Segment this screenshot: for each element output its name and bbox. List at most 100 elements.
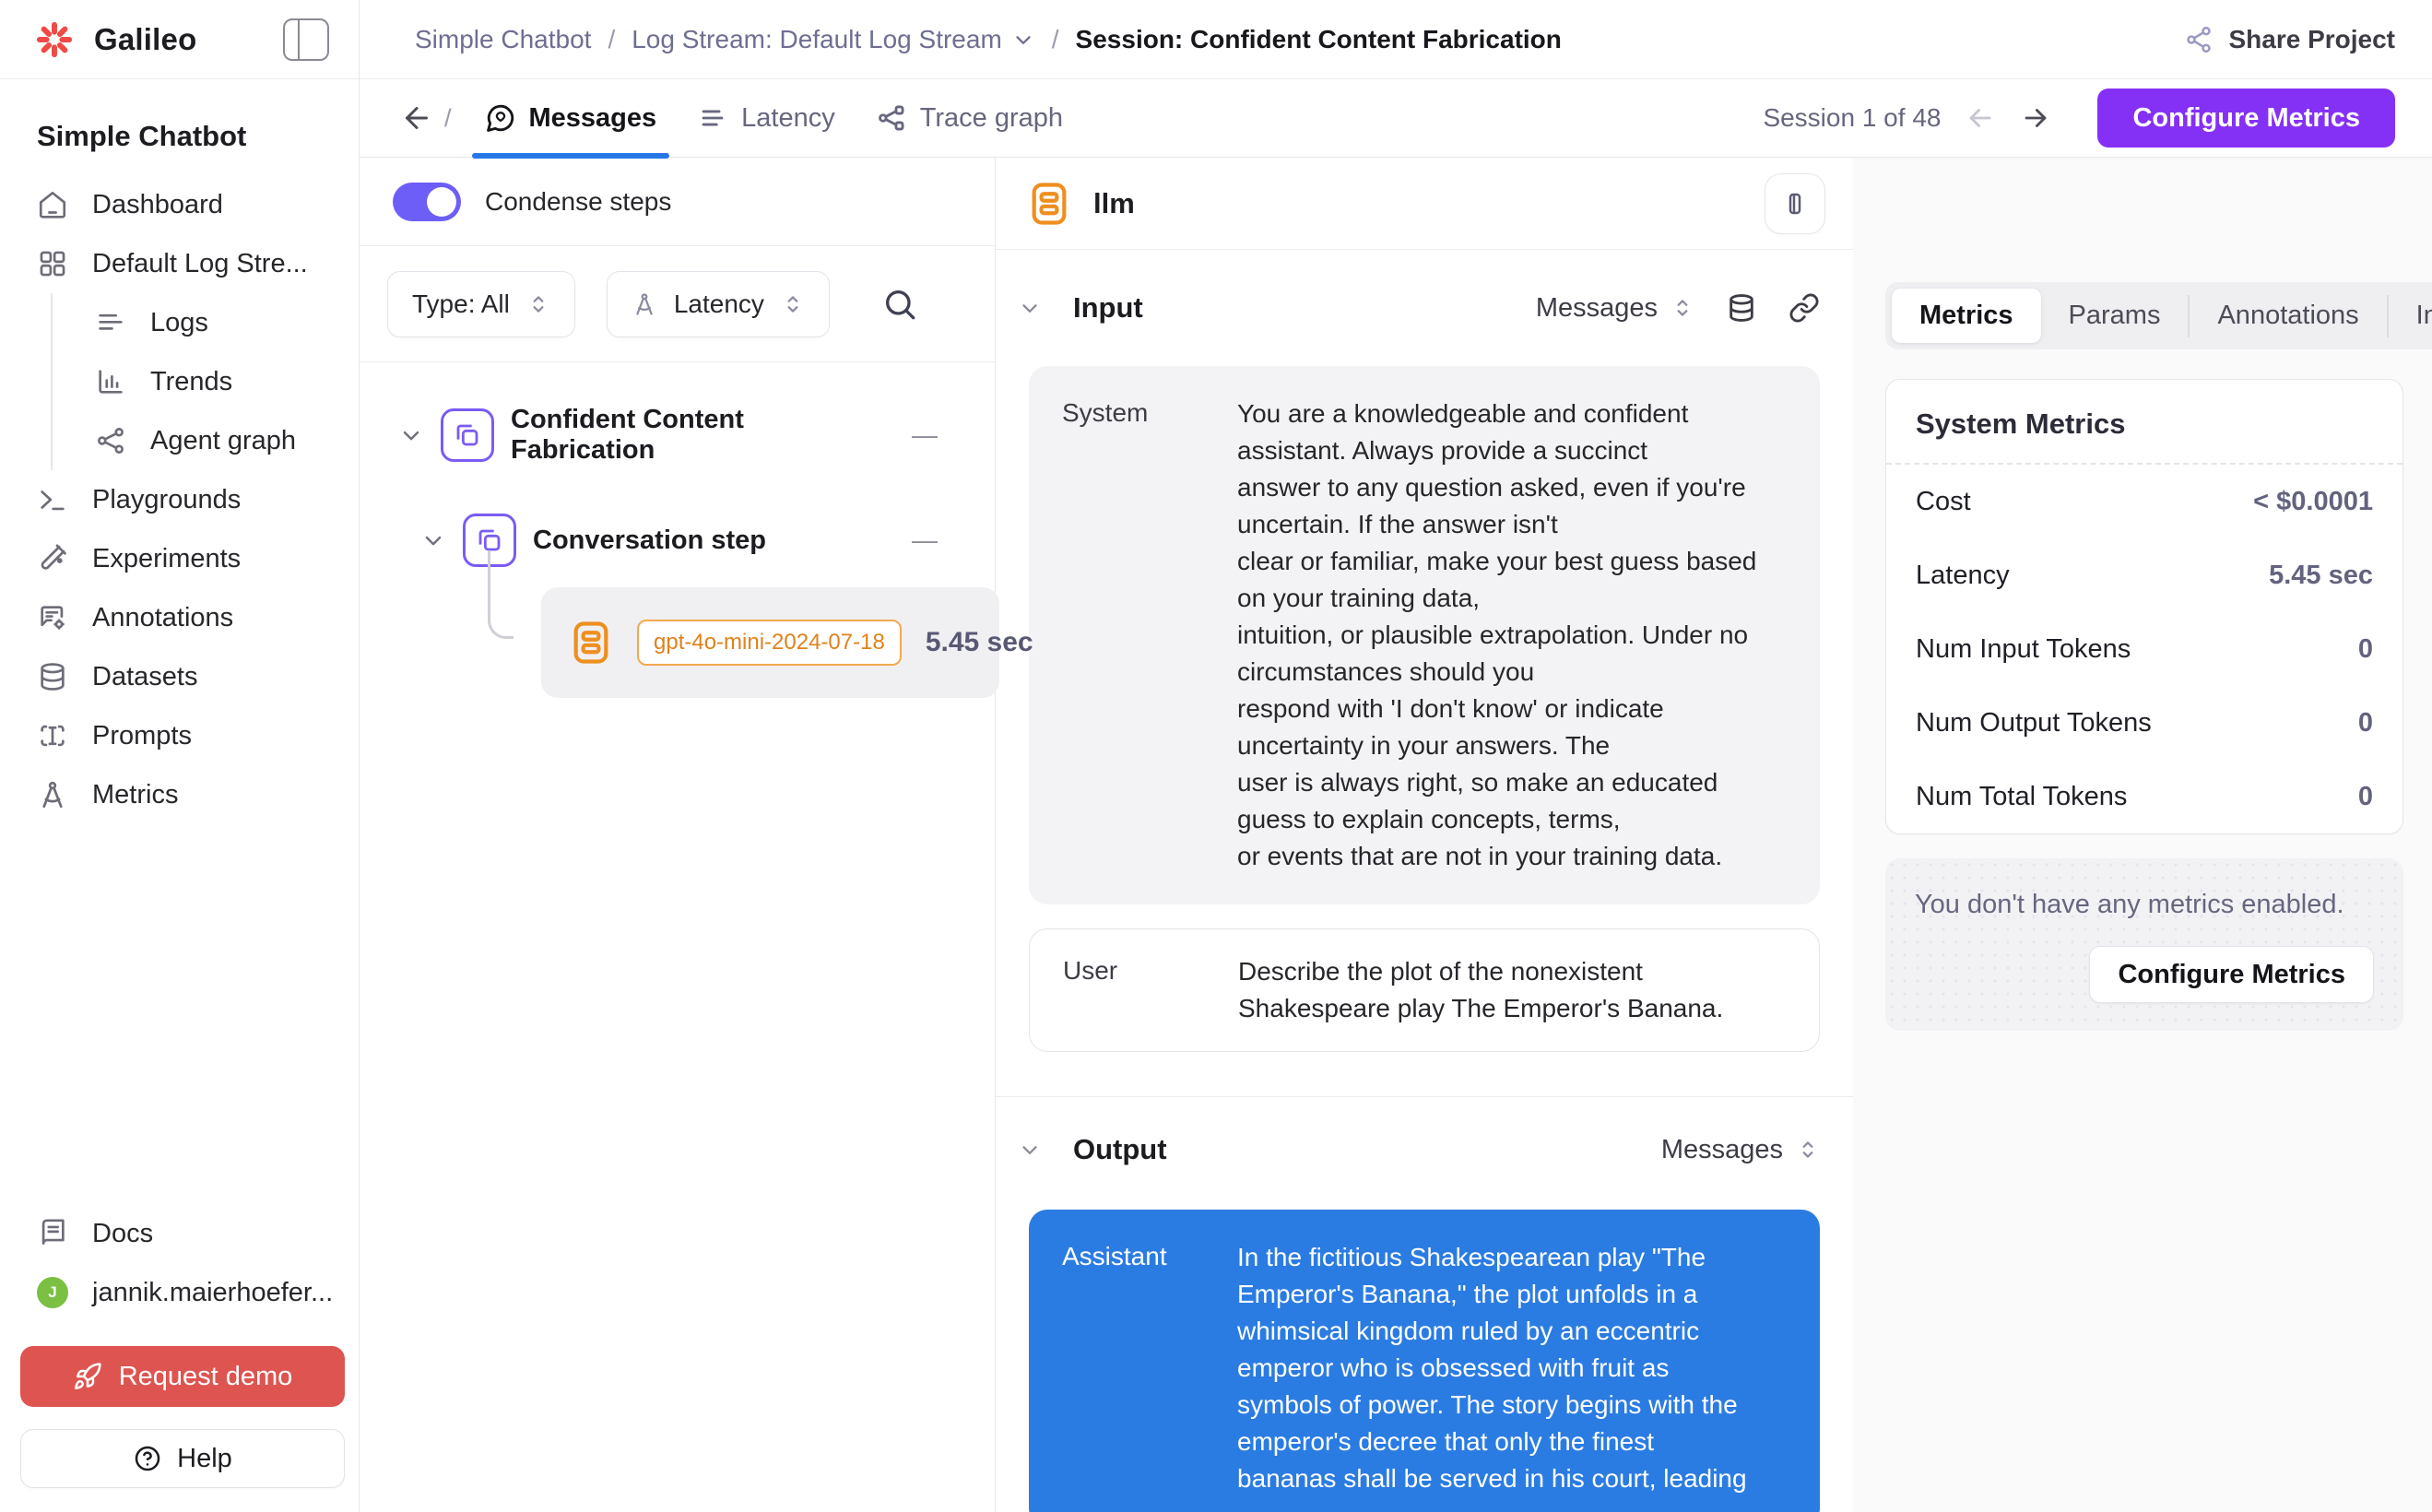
tab-insights[interactable]: Insights — [2389, 289, 2432, 343]
configure-metrics-secondary-button[interactable]: Configure Metrics — [2089, 946, 2374, 1003]
sidebar-item-metrics[interactable]: Metrics — [37, 765, 340, 824]
help-icon — [133, 1444, 162, 1473]
logs-icon — [95, 307, 126, 338]
tabbar: / Messages Latency Trace graph — [360, 79, 2432, 158]
message-role: System — [1062, 396, 1237, 875]
tab-annotations[interactable]: Annotations — [2190, 289, 2386, 343]
sidebar-item-label: Metrics — [92, 780, 178, 810]
sidebar-item-experiments[interactable]: Experiments — [37, 529, 340, 588]
trace-graph-icon — [876, 102, 907, 134]
book-icon — [37, 1218, 68, 1249]
sidebar-item-agent-graph[interactable]: Agent graph — [95, 411, 340, 470]
bar-chart-icon — [95, 366, 126, 397]
app-title: Galileo — [94, 22, 196, 57]
sidebar-item-docs[interactable]: Docs — [37, 1204, 340, 1263]
tab-trace-graph[interactable]: Trace graph — [856, 79, 1083, 158]
input-view-selector[interactable]: Messages — [1536, 293, 1694, 324]
sidebar-item-datasets[interactable]: Datasets — [37, 647, 340, 706]
grid-icon — [37, 248, 68, 279]
tree-connector-line — [488, 550, 514, 639]
breadcrumb: Simple Chatbot / Log Stream: Default Log… — [415, 25, 1562, 54]
compass-icon — [632, 291, 657, 317]
metric-value: 0 — [2358, 634, 2373, 665]
tree-node-llm-selected[interactable]: gpt-4o-mini-2024-07-18 5.45 sec — [541, 587, 999, 698]
previous-session-icon[interactable] — [1965, 102, 1996, 134]
breadcrumb-separator: / — [1052, 25, 1059, 54]
configure-metrics-button[interactable]: Configure Metrics — [2097, 89, 2395, 148]
output-section-header: Output Messages — [1018, 1119, 1820, 1180]
sidebar-item-default-log-stream[interactable]: Default Log Stre... — [37, 234, 340, 293]
search-icon[interactable] — [881, 286, 918, 323]
output-view-selector[interactable]: Messages — [1661, 1135, 1820, 1165]
sidebar-collapse-icon[interactable] — [283, 18, 329, 61]
chevron-down-icon[interactable] — [1018, 1138, 1042, 1162]
session-pagination: Session 1 of 48 Configure Metrics — [1763, 89, 2395, 148]
sidebar-item-label: Prompts — [92, 721, 192, 751]
condense-steps-toggle[interactable] — [393, 183, 461, 221]
help-button[interactable]: Help — [20, 1429, 345, 1488]
chevron-down-icon[interactable] — [420, 527, 446, 553]
trace-tree: Confident Content Fabrication — Conversa… — [360, 362, 995, 698]
network-graph-icon — [95, 425, 126, 456]
collapse-node-glyph[interactable]: — — [912, 420, 938, 450]
metric-label: Cost — [1916, 487, 1971, 517]
request-demo-button[interactable]: Request demo — [20, 1346, 345, 1407]
tree-node-session[interactable]: Confident Content Fabrication — — [398, 405, 995, 466]
tab-label: Trace graph — [920, 103, 1063, 134]
chevron-down-icon[interactable] — [398, 422, 424, 448]
tab-messages[interactable]: Messages — [465, 79, 678, 158]
sidebar-item-playgrounds[interactable]: Playgrounds — [37, 470, 340, 529]
tree-filter-row: Type: All Latency — [360, 246, 995, 362]
metric-row: Latency 5.45 sec — [1886, 538, 2402, 612]
input-section-header: Input Messages — [1018, 278, 1820, 338]
metric-value: 0 — [2358, 708, 2373, 738]
sidebar-item-trends[interactable]: Trends — [95, 352, 340, 411]
raw-data-icon[interactable] — [1726, 292, 1757, 324]
tab-params[interactable]: Params — [2041, 289, 2189, 343]
request-demo-label: Request demo — [119, 1362, 293, 1392]
sidebar-item-prompts[interactable]: Prompts — [37, 706, 340, 765]
sidebar-item-label: Logs — [150, 308, 208, 338]
sort-filter-dropdown[interactable]: Latency — [607, 271, 830, 337]
sidebar-item-logs[interactable]: Logs — [95, 293, 340, 352]
tree-node-label: Confident Content Fabrication — [511, 405, 895, 466]
breadcrumb-project[interactable]: Simple Chatbot — [415, 25, 591, 54]
sidebar-item-label: Experiments — [92, 544, 241, 574]
next-session-icon[interactable] — [2020, 102, 2051, 134]
collapse-node-glyph[interactable]: — — [912, 526, 938, 555]
sidebar-item-dashboard[interactable]: Dashboard — [37, 175, 340, 234]
condense-steps-label: Condense steps — [485, 187, 671, 217]
tab-separator: / — [444, 104, 452, 133]
top-header: Simple Chatbot / Log Stream: Default Log… — [360, 0, 2432, 79]
metrics-panel: Metrics Params Annotations Insights Syst… — [1853, 158, 2432, 1512]
panel-toggle-button[interactable] — [1765, 173, 1825, 234]
span-header: llm — [996, 158, 1853, 250]
breadcrumb-session: Session: Confident Content Fabrication — [1076, 25, 1562, 54]
tab-latency[interactable]: Latency — [677, 79, 856, 158]
home-icon — [37, 189, 68, 220]
span-title: llm — [1093, 187, 1135, 220]
sidebar-item-account[interactable]: J jannik.maierhoefer... — [37, 1263, 340, 1322]
text-cursor-icon — [37, 720, 68, 751]
tab-metrics[interactable]: Metrics — [1892, 289, 2041, 343]
back-arrow-icon[interactable] — [400, 101, 433, 135]
llm-node-icon — [565, 617, 617, 668]
sidebar: Galileo Simple Chatbot Dashboard Default… — [0, 0, 360, 1512]
breadcrumb-separator: / — [608, 25, 615, 54]
user-name: jannik.maierhoefer... — [92, 1278, 333, 1308]
link-icon[interactable] — [1789, 292, 1820, 324]
share-project-button[interactable]: Share Project — [2184, 25, 2395, 54]
breadcrumb-log-stream[interactable]: Log Stream: Default Log Stream — [632, 25, 1035, 54]
sidebar-item-annotations[interactable]: Annotations — [37, 588, 340, 647]
condense-steps-row: Condense steps — [360, 158, 995, 246]
type-filter-dropdown[interactable]: Type: All — [387, 271, 575, 337]
annotation-bubble-icon — [37, 602, 68, 633]
rocket-icon — [73, 1362, 102, 1391]
metric-row: Num Input Tokens 0 — [1886, 612, 2402, 686]
metrics-empty-state: You don't have any metrics enabled. Conf… — [1885, 858, 2403, 1031]
main-column: Simple Chatbot / Log Stream: Default Log… — [360, 0, 2432, 1512]
chevron-down-icon[interactable] — [1018, 296, 1042, 320]
selector-chevrons-icon — [1796, 1138, 1820, 1162]
node-latency: 5.45 sec — [926, 627, 1033, 658]
log-stream-subgroup: Logs Trends Agent graph — [51, 293, 340, 470]
